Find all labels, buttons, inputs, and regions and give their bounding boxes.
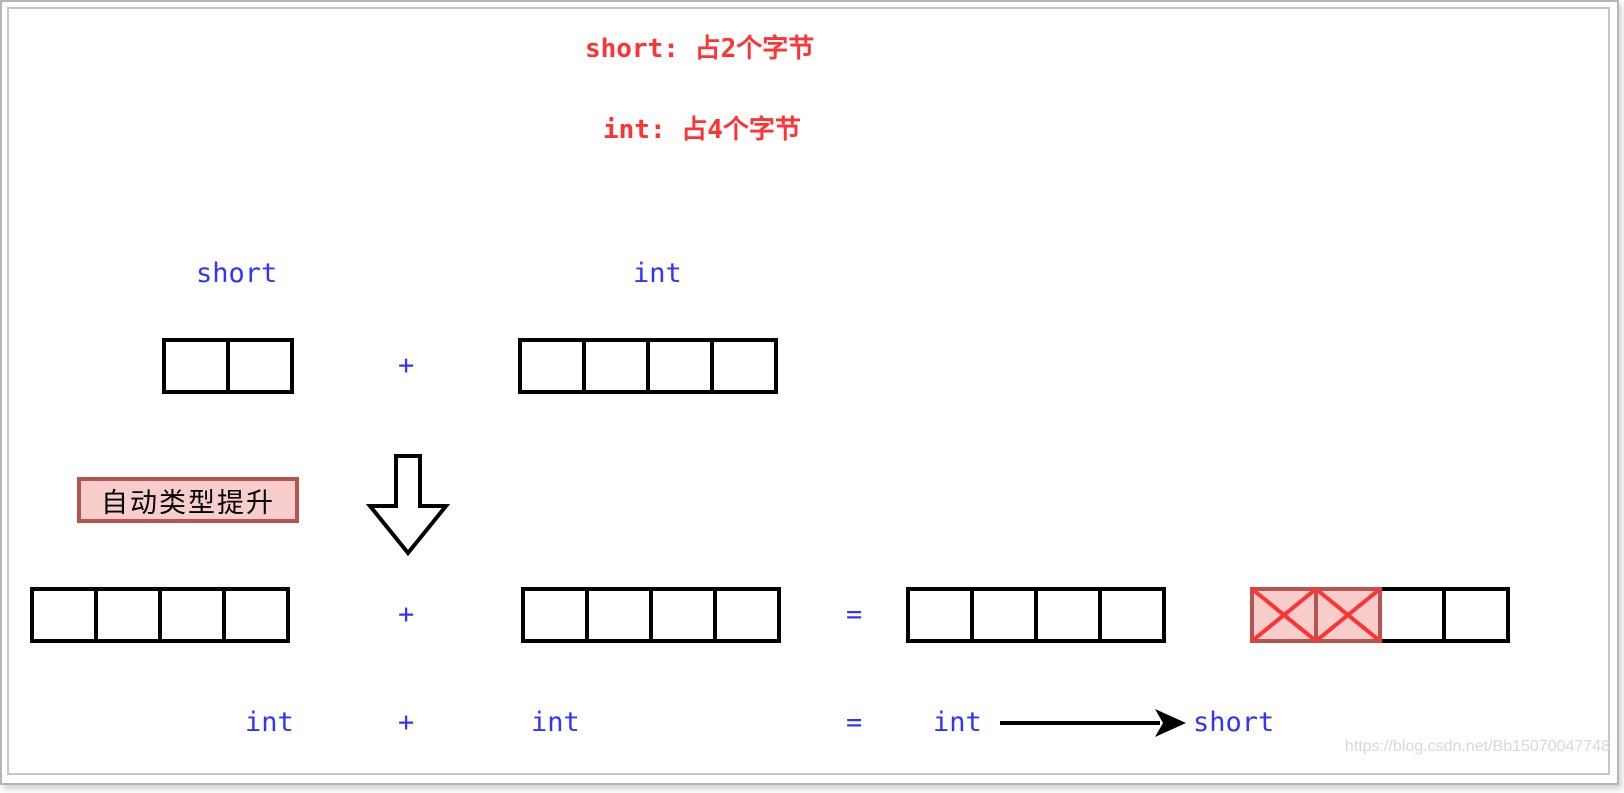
byte-cell [521, 587, 589, 643]
discarded-byte-cell [1250, 587, 1318, 643]
type-right-int: int [531, 707, 580, 738]
equals-operator-bottom: = [846, 707, 863, 738]
cross-icon [1250, 587, 1318, 643]
int-bytes-box [518, 338, 778, 394]
byte-cell [1442, 587, 1510, 643]
byte-cell [1378, 587, 1446, 643]
plus-operator-middle: + [398, 599, 415, 630]
watermark: https://blog.csdn.net/Bb15070047748 [1344, 738, 1610, 755]
byte-cell [226, 338, 294, 394]
byte-cell [585, 587, 653, 643]
int-type-label: int [633, 258, 682, 289]
byte-cell [94, 587, 162, 643]
promoted-right-int-box [521, 587, 781, 643]
byte-cell [162, 338, 230, 394]
byte-cell [906, 587, 974, 643]
short-size-note: short: 占2个字节 [585, 34, 815, 64]
result-int-box [906, 587, 1166, 643]
byte-cell [710, 338, 778, 394]
byte-cell [1034, 587, 1102, 643]
equals-operator-middle: = [846, 599, 863, 630]
int-size-note: int: 占4个字节 [603, 115, 801, 145]
type-cast-short: short [1193, 707, 1275, 738]
byte-cell [582, 338, 650, 394]
auto-type-promotion-label: 自动类型提升 [77, 477, 299, 523]
byte-cell [222, 587, 290, 643]
type-left-int: int [245, 707, 294, 738]
type-result-int: int [933, 707, 982, 738]
plus-operator-top: + [398, 350, 415, 381]
short-bytes-box [162, 338, 294, 394]
byte-cell [713, 587, 781, 643]
promoted-left-int-box [30, 587, 290, 643]
byte-cell [30, 587, 98, 643]
cross-icon [1314, 587, 1382, 643]
plus-operator-bottom: + [398, 707, 415, 738]
byte-cell [1098, 587, 1166, 643]
byte-cell [518, 338, 586, 394]
byte-cell [649, 587, 717, 643]
cast-short-box [1250, 587, 1510, 643]
short-type-label: short [196, 258, 278, 289]
byte-cell [158, 587, 226, 643]
auto-type-promotion-text: 自动类型提升 [101, 487, 275, 519]
discarded-byte-cell [1314, 587, 1382, 643]
byte-cell [970, 587, 1038, 643]
byte-cell [646, 338, 714, 394]
